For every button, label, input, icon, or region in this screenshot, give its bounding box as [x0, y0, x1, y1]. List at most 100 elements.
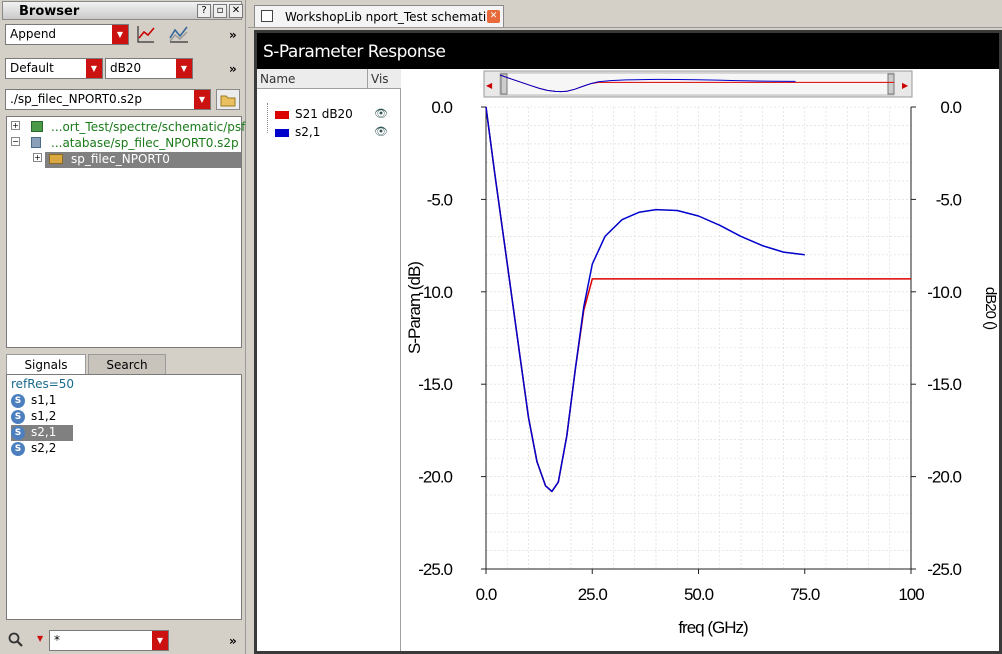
- x-tick-label: 25.0: [578, 585, 608, 604]
- help-icon[interactable]: ?: [197, 4, 211, 18]
- preset-value: Default: [10, 61, 54, 75]
- signal-label: s1,1: [31, 393, 57, 407]
- schematic-icon: [261, 10, 273, 22]
- legend-name-header: Name: [257, 69, 367, 89]
- y-tick-label: -25.0: [418, 560, 452, 579]
- tree-item-label: sp_filec_NPORT0: [71, 152, 170, 166]
- y-tick-label: -20.0: [418, 468, 452, 487]
- folder-icon: [49, 154, 63, 164]
- collapse-icon[interactable]: −: [11, 137, 20, 146]
- database-icon: [31, 137, 41, 148]
- eye-icon[interactable]: 👁: [374, 125, 388, 138]
- signal-tabs: Signals Search: [6, 354, 242, 374]
- signal-label: s2,1: [31, 425, 57, 439]
- tab-schematic[interactable]: WorkshopLib nport_Test schematic ✕: [254, 5, 504, 27]
- results-icon: [31, 121, 43, 132]
- filter-chevron[interactable]: »: [229, 634, 237, 648]
- open-folder-button[interactable]: [216, 89, 240, 110]
- preset-select[interactable]: Default ▼: [5, 58, 103, 79]
- x-tick-label: 0.0: [476, 585, 497, 604]
- scroll-left-icon[interactable]: ◀: [486, 81, 493, 90]
- tree-item-label: ...atabase/sp_filec_NPORT0.s2p: [51, 136, 239, 150]
- y-tick-label-right: -5.0: [936, 190, 962, 209]
- format-select[interactable]: dB20 ▼: [105, 58, 193, 79]
- results-tree: + ...ort_Test/spectre/schematic/psf − ..…: [6, 116, 245, 348]
- x-tick-label: 100: [898, 585, 924, 604]
- browser-title-bar: Browser ? ▫ ✕: [2, 1, 243, 20]
- mode-select[interactable]: Append ▼: [5, 24, 129, 45]
- browser-panel: Browser ? ▫ ✕ Append ▼ » Default ▼ dB20 …: [0, 0, 246, 654]
- filter-value: *: [54, 633, 60, 647]
- browser-title: Browser: [19, 4, 80, 19]
- float-icon[interactable]: ▫: [213, 4, 227, 18]
- plot-area: ◀ ▶0.0 0.0-5.0 -5.0-10.0 -10.0-15.0 -15.0-20.…: [405, 70, 999, 637]
- signal-item-s21[interactable]: Ss2,1: [11, 425, 73, 441]
- close-tab-icon[interactable]: ✕: [487, 10, 500, 23]
- tree-item-psf[interactable]: + ...ort_Test/spectre/schematic/psf: [7, 120, 245, 136]
- signal-label: s1,2: [31, 409, 57, 423]
- chevron-down-icon[interactable]: ▼: [112, 25, 128, 44]
- legend-label: s2,1: [295, 125, 321, 139]
- series-line-s2-1[interactable]: [485, 106, 805, 493]
- close-icon[interactable]: ✕: [229, 4, 243, 18]
- legend-entry-s21db20[interactable]: S21 dB20: [275, 107, 353, 121]
- folder-icon: [220, 95, 236, 107]
- legend-swatch: [275, 128, 289, 137]
- y-tick-label-right: -25.0: [927, 560, 961, 579]
- tree-item-nport[interactable]: + sp_filec_NPORT0: [33, 152, 241, 168]
- y-tick-label-right: -15.0: [927, 375, 961, 394]
- overview-right-handle[interactable]: [887, 73, 895, 95]
- s-param-icon: S: [11, 425, 25, 440]
- y-tick-label-right: 0.0: [940, 98, 961, 117]
- chart-title: S-Parameter Response: [263, 42, 446, 62]
- y-tick-label: 0.0: [431, 98, 452, 117]
- y-tick-label-right: -20.0: [927, 468, 961, 487]
- waveform-window: S-Parameter Response Name Vis S21 dB20 s…: [254, 30, 1002, 654]
- path-value: ./sp_filec_NPORT0.s2p: [10, 92, 143, 106]
- s-param-icon: S: [11, 393, 25, 408]
- y-tick-label-right: -10.0: [927, 283, 961, 302]
- legend-tree-line: [267, 103, 268, 133]
- signal-label: s2,2: [31, 441, 57, 455]
- tab-signals[interactable]: Signals: [6, 354, 86, 374]
- y-axis-label-right: dB20 (): [982, 287, 999, 330]
- chevron-down-icon[interactable]: ▼: [152, 631, 168, 650]
- signal-item-s22[interactable]: Ss2,2: [11, 441, 237, 457]
- ref-res-label: refRes=50: [11, 377, 75, 391]
- x-axis-label: freq (GHz): [678, 618, 748, 637]
- s-param-icon: S: [11, 441, 25, 456]
- search-icon[interactable]: [8, 632, 24, 648]
- expand-icon[interactable]: +: [11, 121, 20, 130]
- x-tick-label: 75.0: [790, 585, 820, 604]
- expand-icon[interactable]: +: [33, 153, 42, 162]
- legend-swatch: [275, 110, 289, 119]
- y-axis-label: S-Param (dB): [405, 262, 424, 354]
- plot-icon[interactable]: [136, 24, 156, 44]
- format-value: dB20: [110, 61, 142, 75]
- signal-item-s11[interactable]: Ss1,1: [11, 393, 237, 409]
- filter-input[interactable]: * ▼: [49, 630, 169, 651]
- legend-pane: Name Vis S21 dB20 s2,1 👁 👁: [257, 69, 401, 651]
- format-chevron[interactable]: »: [229, 62, 237, 76]
- x-tick-label: 50.0: [684, 585, 714, 604]
- eye-icon[interactable]: 👁: [374, 107, 388, 120]
- mode-chevron[interactable]: »: [229, 28, 237, 42]
- s-param-icon: S: [11, 409, 25, 424]
- chevron-down-icon[interactable]: ▼: [194, 90, 210, 109]
- chevron-down-icon[interactable]: ▼: [176, 59, 192, 78]
- legend-vis-header: Vis: [367, 69, 401, 89]
- plot-stack-icon[interactable]: [168, 24, 190, 44]
- chevron-down-icon[interactable]: ▼: [86, 59, 102, 78]
- tree-item-s2p[interactable]: − ...atabase/sp_filec_NPORT0.s2p: [7, 136, 241, 152]
- search-menu-arrow-icon[interactable]: ▼: [37, 634, 43, 643]
- document-tab-bar: WorkshopLib nport_Test schematic ✕: [248, 0, 1002, 28]
- tab-search[interactable]: Search: [88, 354, 166, 374]
- legend-entry-s21[interactable]: s2,1: [275, 125, 320, 139]
- y-tick-label: -5.0: [427, 190, 453, 209]
- tab-label: WorkshopLib nport_Test schematic: [285, 10, 493, 24]
- scroll-right-icon[interactable]: ▶: [902, 81, 909, 90]
- tree-item-label: ...ort_Test/spectre/schematic/psf: [51, 120, 246, 134]
- signal-item-s12[interactable]: Ss1,2: [11, 409, 237, 425]
- signal-list: refRes=50 Ss1,1 Ss1,2 Ss2,1 Ss2,2: [6, 374, 242, 620]
- path-select[interactable]: ./sp_filec_NPORT0.s2p ▼: [5, 89, 211, 110]
